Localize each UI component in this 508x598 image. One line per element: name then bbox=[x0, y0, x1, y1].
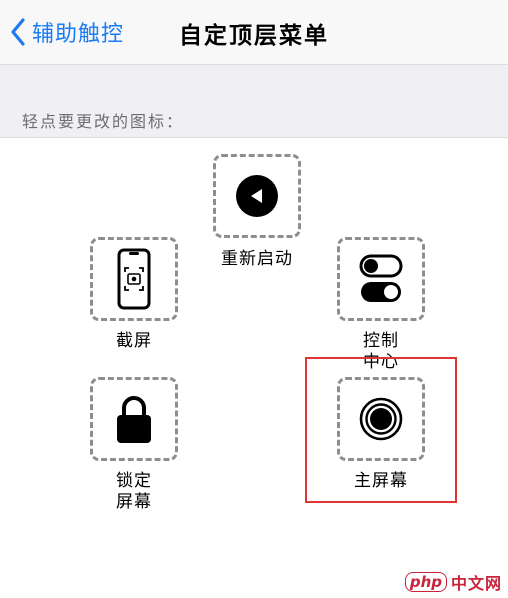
screenshot-phone-icon bbox=[117, 248, 151, 310]
play-left-icon bbox=[236, 175, 278, 217]
tile-home-label: 主屏幕 bbox=[354, 471, 408, 491]
tile-restart[interactable] bbox=[213, 154, 301, 238]
tile-lock-screen-label: 锁定 屏幕 bbox=[116, 471, 152, 512]
watermark: php 中文网 bbox=[404, 570, 502, 594]
tile-screenshot-label: 截屏 bbox=[116, 331, 152, 351]
tile-screenshot[interactable] bbox=[90, 237, 178, 321]
lock-icon bbox=[117, 396, 151, 443]
tile-control-center[interactable] bbox=[337, 237, 425, 321]
tile-lock-screen[interactable] bbox=[90, 377, 178, 461]
navigation-bar: 辅助触控 自定顶层菜单 bbox=[0, 0, 508, 64]
watermark-logo: php bbox=[404, 572, 447, 592]
tile-home[interactable] bbox=[337, 377, 425, 461]
section-header: 轻点要更改的图标： bbox=[22, 112, 185, 131]
toggles-icon bbox=[359, 254, 403, 302]
watermark-text: 中文网 bbox=[450, 574, 502, 593]
tile-restart-label: 重新启动 bbox=[221, 249, 293, 269]
home-button-icon bbox=[359, 397, 403, 441]
tile-control-center-label: 控制 中心 bbox=[363, 331, 399, 372]
page-title: 自定顶层菜单 bbox=[179, 23, 329, 49]
